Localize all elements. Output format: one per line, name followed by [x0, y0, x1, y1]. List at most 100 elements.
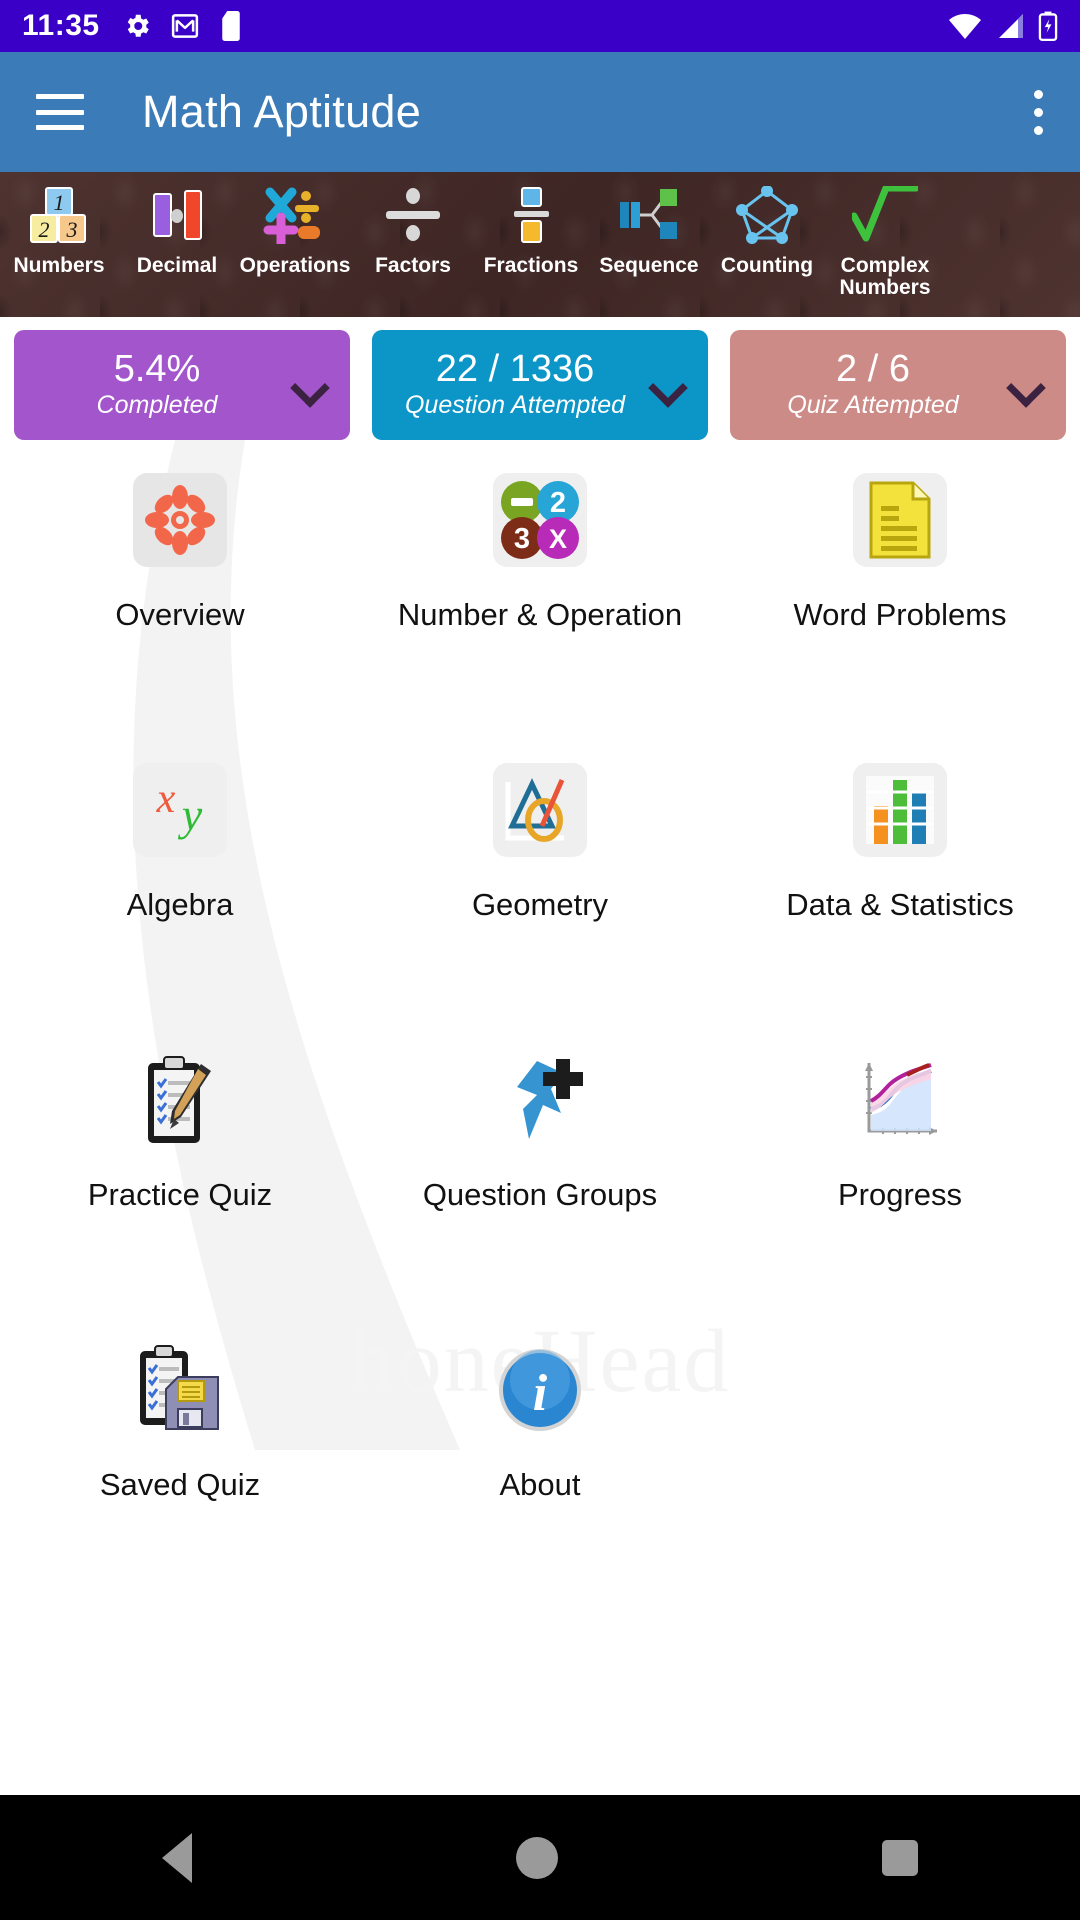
sequence-nodes-icon: [616, 184, 682, 246]
category-item-numbers[interactable]: 1 2 3 Numbers: [0, 172, 118, 317]
tile-label: Question Groups: [422, 1177, 658, 1212]
fraction-bars-icon: [498, 184, 564, 246]
svg-text:3: 3: [66, 217, 78, 242]
svg-text:y: y: [178, 789, 203, 840]
status-bar-clock: 11:35: [22, 9, 100, 42]
tile-label: Geometry: [471, 887, 609, 922]
hamburger-menu-icon[interactable]: [36, 94, 84, 130]
back-triangle-icon[interactable]: [162, 1832, 192, 1883]
category-label: Operations: [239, 254, 351, 277]
tile-label: Saved Quiz: [99, 1467, 261, 1502]
category-label: Fractions: [483, 254, 579, 277]
app-bar: Math Aptitude: [0, 52, 1080, 172]
overview-flower-icon: [133, 473, 227, 567]
feature-grid: Overview 2 3 X Number & Operation Word P…: [0, 450, 1080, 1610]
battery-charging-icon: [1038, 11, 1058, 41]
category-item-operations[interactable]: Operations: [236, 172, 354, 317]
android-navigation-bar: [0, 1795, 1080, 1920]
tile-data-statistics[interactable]: Data & Statistics: [720, 740, 1080, 1030]
tile-label: Word Problems: [793, 597, 1007, 632]
division-sign-icon: [380, 184, 446, 246]
status-bar-notification-icons: [122, 11, 244, 41]
tile-label: Practice Quiz: [87, 1177, 273, 1212]
svg-text:X: X: [549, 524, 567, 554]
tile-label: About: [499, 1467, 581, 1502]
tile-about[interactable]: i About: [360, 1320, 720, 1610]
tile-label: Number & Operation: [397, 597, 683, 632]
clipboard-pencil-icon: [130, 1050, 230, 1150]
bar-chart-icon: [853, 763, 947, 857]
category-item-factors[interactable]: Factors: [354, 172, 472, 317]
stat-card-question-attempted[interactable]: 22 / 1336 Question Attempted: [372, 330, 708, 440]
word-problems-document-icon: [853, 473, 947, 567]
tile-label: Data & Statistics: [786, 887, 1014, 922]
tile-word-problems[interactable]: Word Problems: [720, 450, 1080, 740]
stat-card-value: 2 / 6: [836, 347, 910, 390]
svg-text:2: 2: [550, 487, 566, 519]
category-item-fractions[interactable]: Fractions: [472, 172, 590, 317]
category-item-decimal[interactable]: Decimal: [118, 172, 236, 317]
tile-algebra[interactable]: x y Algebra: [0, 740, 360, 1030]
category-label: Numbers: [13, 254, 105, 277]
chevron-down-icon[interactable]: [652, 370, 682, 400]
info-circle-icon: i: [490, 1340, 590, 1440]
cellular-signal-icon: [999, 14, 1023, 38]
tile-label: Overview: [115, 597, 245, 632]
settings-gear-icon: [127, 14, 149, 37]
geometry-shapes-icon: [493, 763, 587, 857]
tile-number-operation[interactable]: 2 3 X Number & Operation: [360, 450, 720, 740]
category-strip[interactable]: 1 2 3 Numbers Decimal Operations Factors…: [0, 172, 1080, 317]
tile-label: Progress: [837, 1177, 963, 1212]
sd-card-icon: [221, 11, 240, 41]
chevron-down-icon[interactable]: [294, 370, 324, 400]
stat-card-quiz-attempted[interactable]: 2 / 6 Quiz Attempted: [730, 330, 1066, 440]
category-item-complex-numbers[interactable]: Complex Numbers: [826, 172, 944, 317]
tile-label: Algebra: [126, 887, 234, 922]
number-operation-circles-icon: 2 3 X: [493, 473, 587, 567]
svg-text:2: 2: [39, 217, 50, 242]
gmail-icon: [171, 14, 198, 38]
clipboard-floppy-icon: [130, 1340, 230, 1440]
svg-text:i: i: [533, 1365, 548, 1422]
progress-line-chart-icon: [850, 1050, 950, 1150]
tile-progress[interactable]: Progress: [720, 1030, 1080, 1320]
tile-question-groups[interactable]: Question Groups: [360, 1030, 720, 1320]
wifi-icon: [949, 14, 981, 39]
category-item-counting[interactable]: Counting: [708, 172, 826, 317]
category-label: Factors: [375, 254, 451, 277]
stat-card-completed[interactable]: 5.4% Completed: [14, 330, 350, 440]
page-title: Math Aptitude: [142, 86, 422, 137]
status-bar-system-icons: [948, 11, 1058, 41]
stat-card-label: Question Attempted: [404, 391, 626, 420]
category-item-sequence[interactable]: Sequence: [590, 172, 708, 317]
stat-card-value: 22 / 1336: [435, 347, 595, 390]
category-label: Sequence: [599, 254, 699, 277]
algebra-xy-icon: x y: [133, 763, 227, 857]
stat-card-label: Completed: [96, 391, 218, 420]
svg-text:x: x: [156, 776, 176, 822]
category-label: Complex Numbers: [839, 254, 931, 300]
home-circle-icon[interactable]: [516, 1836, 558, 1879]
svg-text:1: 1: [54, 190, 65, 215]
operations-symbols-icon: [262, 184, 328, 246]
category-label: Decimal: [136, 254, 218, 277]
overflow-menu-icon[interactable]: [1032, 89, 1044, 135]
stat-card-label: Quiz Attempted: [787, 391, 959, 420]
tile-saved-quiz[interactable]: Saved Quiz: [0, 1320, 360, 1610]
svg-text:3: 3: [514, 523, 530, 555]
stat-card-value: 5.4%: [113, 347, 201, 390]
tile-overview[interactable]: Overview: [0, 450, 360, 740]
phone-screen: 11:35 Math Aptitude 1 2 3 Numbers Decima…: [0, 0, 1080, 1920]
number-blocks-icon: 1 2 3: [26, 184, 92, 246]
tile-geometry[interactable]: Geometry: [360, 740, 720, 1030]
blue-pin-plus-icon: [490, 1050, 590, 1150]
tile-practice-quiz[interactable]: Practice Quiz: [0, 1030, 360, 1320]
status-bar: 11:35: [0, 0, 1080, 52]
decimal-bars-icon: [144, 184, 210, 246]
counting-graph-icon: [734, 184, 800, 246]
radical-sign-icon: [852, 184, 918, 246]
recents-square-icon[interactable]: [882, 1839, 918, 1876]
stat-cards-row: 5.4% Completed 22 / 1336 Question Attemp…: [0, 330, 1080, 440]
category-label: Counting: [720, 254, 814, 277]
chevron-down-icon[interactable]: [1010, 370, 1040, 400]
